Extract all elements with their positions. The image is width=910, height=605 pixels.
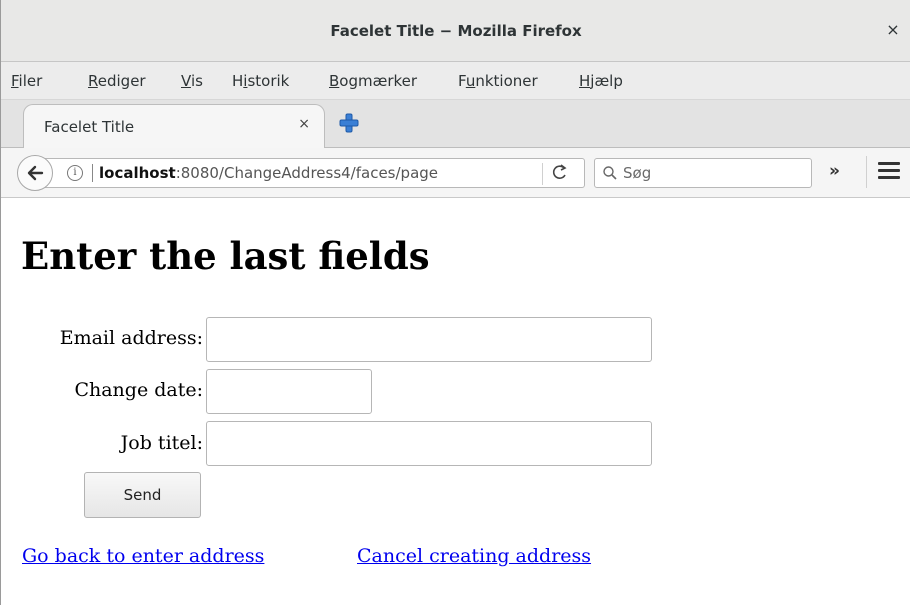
back-to-address-link[interactable]: Go back to enter address (22, 545, 264, 567)
hamburger-menu-icon[interactable] (878, 162, 900, 180)
email-field[interactable] (206, 317, 652, 362)
tab-facelet-title[interactable]: Facelet Title × (23, 104, 325, 148)
change-date-label: Change date: (74, 379, 203, 401)
menu-hjaelp[interactable]: Hjælp (579, 72, 623, 90)
menu-vis[interactable]: Vis (181, 72, 203, 90)
close-icon[interactable]: × (883, 20, 903, 40)
window-titlebar: Facelet Title − Mozilla Firefox × (1, 0, 910, 62)
toolbar-separator (866, 156, 867, 188)
page-heading: Enter the last fields (21, 234, 430, 278)
new-tab-icon[interactable] (338, 112, 360, 134)
search-placeholder: Søg (623, 164, 652, 182)
menu-funktioner[interactable]: Funktioner (458, 72, 538, 90)
back-arrow-icon (27, 165, 44, 181)
job-title-label: Job titel: (120, 432, 203, 454)
menu-filer[interactable]: Filer (11, 72, 42, 90)
email-label: Email address: (59, 327, 203, 349)
search-icon (603, 166, 617, 180)
menu-historik[interactable]: Historik (232, 72, 289, 90)
tab-label: Facelet Title (44, 118, 135, 136)
url-bar[interactable]: i localhost:8080/ChangeAddress4/faces/pa… (37, 158, 585, 188)
change-date-field[interactable] (206, 369, 372, 414)
url-separator (92, 164, 93, 182)
job-title-field[interactable] (206, 421, 652, 466)
menu-rediger[interactable]: Rediger (88, 72, 146, 90)
menu-bogmaerker[interactable]: Bogmærker (329, 72, 417, 90)
send-button[interactable]: Send (84, 472, 201, 518)
reload-icon[interactable] (551, 161, 569, 187)
back-button[interactable] (17, 155, 53, 191)
tab-strip: Facelet Title × (1, 100, 910, 148)
overflow-chevron-icon[interactable]: » (829, 161, 840, 181)
info-icon[interactable]: i (67, 165, 83, 181)
cancel-creating-address-link[interactable]: Cancel creating address (357, 545, 591, 567)
url-text[interactable]: localhost:8080/ChangeAddress4/faces/page (99, 164, 539, 182)
menu-bar: Filer Rediger Vis Historik Bogmærker Fun… (1, 62, 910, 100)
browser-window: Facelet Title − Mozilla Firefox × Filer … (0, 0, 910, 605)
navigation-toolbar: i localhost:8080/ChangeAddress4/faces/pa… (1, 148, 910, 198)
tab-close-icon[interactable]: × (298, 116, 310, 132)
page-content: Enter the last fields Email address: Cha… (1, 199, 910, 605)
window-title: Facelet Title − Mozilla Firefox (330, 22, 582, 40)
url-divider (542, 163, 543, 185)
search-input[interactable]: Søg (594, 158, 812, 188)
